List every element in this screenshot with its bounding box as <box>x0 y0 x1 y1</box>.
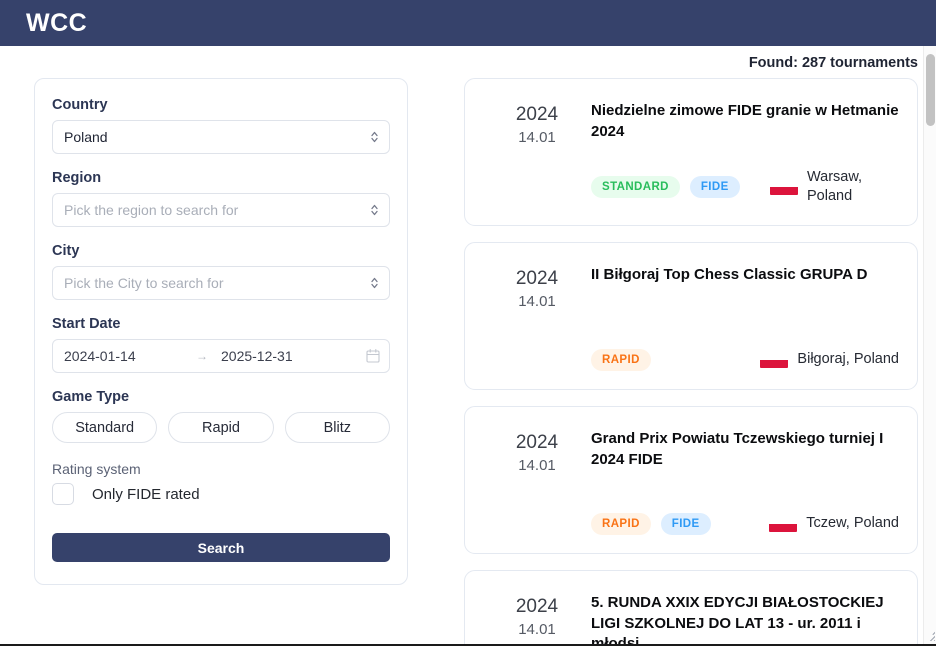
chevron-up-down-icon <box>370 276 379 291</box>
tournament-title[interactable]: 5. RUNDA XXIX EDYCJI BIAŁOSTOCKIEJ LIGI … <box>591 593 899 644</box>
tournament-card[interactable]: 2024 14.01 Niedzielne zimowe FIDE granie… <box>464 78 918 226</box>
country-selected-value: Poland <box>64 129 108 145</box>
tournament-card[interactable]: 2024 14.01 Grand Prix Powiatu Tczewskieg… <box>464 406 918 554</box>
country-select[interactable]: Poland <box>52 120 390 154</box>
game-type-blitz-button[interactable]: Blitz <box>284 412 390 443</box>
tournament-body: Grand Prix Powiatu Tczewskiego turniej I… <box>591 429 899 535</box>
tournament-meta: STANDARD FIDE Warsaw, Poland <box>591 150 899 207</box>
region-label: Region <box>52 170 102 186</box>
tournament-year: 2024 <box>515 268 559 289</box>
only-fide-rated-row[interactable]: Only FIDE rated <box>52 483 390 505</box>
start-date-label: Start Date <box>52 316 121 332</box>
game-type-field-group: Game Type Standard Rapid Blitz <box>52 389 390 443</box>
tournament-location-text: Biłgoraj, Poland <box>797 351 899 368</box>
tournament-location-text: Warsaw, Poland <box>807 168 863 205</box>
date-range-arrow-icon: → <box>196 349 208 363</box>
tournament-title[interactable]: II Biłgoraj Top Chess Classic GRUPA D <box>591 265 899 286</box>
city-field-group: City Pick the City to search for <box>52 243 390 300</box>
country-field-group: Country Poland <box>52 97 390 154</box>
tournament-card[interactable]: 2024 14.01 5. RUNDA XXIX EDYCJI BIAŁOSTO… <box>464 570 918 644</box>
site-header: WCC <box>0 0 936 46</box>
tournament-day: 14.01 <box>518 620 556 638</box>
tournament-title[interactable]: Grand Prix Powiatu Tczewskiego turniej I… <box>591 429 899 470</box>
city-placeholder: Pick the City to search for <box>64 275 224 291</box>
rating-system-label: Rating system <box>52 461 141 477</box>
tournament-year: 2024 <box>515 596 559 617</box>
tournament-year: 2024 <box>515 104 559 125</box>
search-filter-panel: Country Poland Region Pick the region to… <box>34 78 408 585</box>
badge-standard: STANDARD <box>591 176 680 199</box>
results-summary-bar: Found: 287 tournaments <box>0 46 936 78</box>
page-layout: Country Poland Region Pick the region to… <box>0 78 936 644</box>
city-label: City <box>52 243 80 259</box>
game-type-standard-button[interactable]: Standard <box>52 412 158 443</box>
poland-flag-icon <box>769 516 798 532</box>
found-count-text: Found: 287 tournaments <box>748 55 918 71</box>
tournament-meta: RAPID Biłgoraj, Poland <box>591 331 899 371</box>
badge-rapid: RAPID <box>591 349 651 371</box>
tournament-date: 2024 14.01 <box>483 101 591 207</box>
date-to-input[interactable]: 2025-12-31 <box>221 348 293 364</box>
tournament-date: 2024 14.01 <box>483 429 591 535</box>
region-select[interactable]: Pick the region to search for <box>52 193 390 227</box>
chevron-up-down-icon <box>370 203 379 218</box>
tournament-results-list: 2024 14.01 Niedzielne zimowe FIDE granie… <box>464 78 918 644</box>
date-range-picker[interactable]: 2024-01-14 → 2025-12-31 <box>52 339 390 373</box>
date-from-input[interactable]: 2024-01-14 <box>64 348 196 364</box>
city-select[interactable]: Pick the City to search for <box>52 266 390 300</box>
tournament-day: 14.01 <box>518 456 556 474</box>
tournament-date: 2024 14.01 <box>483 265 591 371</box>
tournament-day: 14.01 <box>518 128 556 146</box>
rating-system-field-group: Rating system Only FIDE rated <box>52 461 390 505</box>
tournament-location: Tczew, Poland <box>769 514 899 534</box>
tournament-location-text: Tczew, Poland <box>806 515 899 532</box>
tournament-card[interactable]: 2024 14.01 II Biłgoraj Top Chess Classic… <box>464 242 918 390</box>
only-fide-rated-checkbox[interactable] <box>52 483 74 505</box>
calendar-icon[interactable] <box>366 348 380 364</box>
page-scrollbar[interactable] <box>923 46 936 644</box>
tournament-date: 2024 14.01 <box>483 593 591 644</box>
region-field-group: Region Pick the region to search for <box>52 170 390 227</box>
poland-flag-icon <box>760 352 789 368</box>
start-date-field-group: Start Date 2024-01-14 → 2025-12-31 <box>52 316 390 373</box>
tournament-meta: RAPID FIDE Tczew, Poland <box>591 495 899 535</box>
search-button[interactable]: Search <box>52 533 390 562</box>
poland-flag-icon <box>770 179 798 195</box>
country-label: Country <box>52 97 108 113</box>
tournament-body: 5. RUNDA XXIX EDYCJI BIAŁOSTOCKIEJ LIGI … <box>591 593 899 644</box>
application-root: WCC Found: 287 tournaments Country Polan… <box>0 0 936 646</box>
only-fide-rated-label: Only FIDE rated <box>92 485 200 503</box>
window-resize-handle[interactable] <box>921 627 935 641</box>
tournament-body: Niedzielne zimowe FIDE granie w Hetmanie… <box>591 101 899 207</box>
badge-rapid: RAPID <box>591 513 651 535</box>
tournament-title[interactable]: Niedzielne zimowe FIDE granie w Hetmanie… <box>591 101 899 142</box>
badge-fide: FIDE <box>660 513 711 535</box>
game-type-options: Standard Rapid Blitz <box>52 412 390 443</box>
game-type-rapid-button[interactable]: Rapid <box>168 412 274 443</box>
tournament-body: II Biłgoraj Top Chess Classic GRUPA D RA… <box>591 265 899 371</box>
scrollbar-thumb[interactable] <box>926 54 935 126</box>
badge-fide: FIDE <box>689 176 740 199</box>
tournament-year: 2024 <box>515 432 559 453</box>
region-placeholder: Pick the region to search for <box>64 202 239 218</box>
game-type-label: Game Type <box>52 389 130 405</box>
tournament-day: 14.01 <box>518 292 556 310</box>
tournament-location: Biłgoraj, Poland <box>760 350 899 370</box>
tournament-location: Warsaw, Poland <box>770 168 899 207</box>
chevron-up-down-icon <box>370 130 379 145</box>
wcc-logo[interactable]: WCC <box>26 9 87 38</box>
